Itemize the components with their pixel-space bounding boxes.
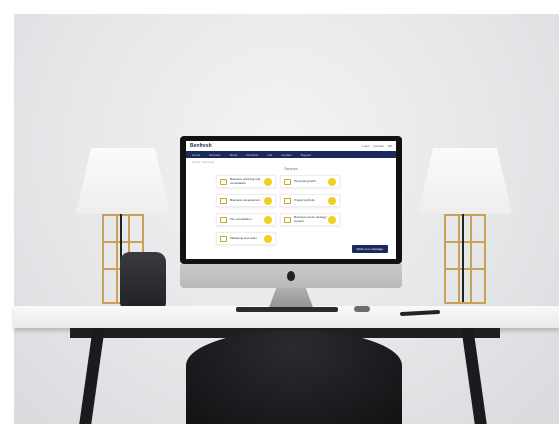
app-header: Benfresh Login Contact EN [186,141,396,151]
service-card[interactable]: Business development [216,194,276,207]
document-icon [284,197,291,204]
photo-border-top [0,0,559,14]
service-card[interactable]: Marketing and sales [216,232,276,245]
breadcrumb: Home / Services [192,160,215,164]
office-chair [186,330,402,424]
nav-item[interactable]: Contact [281,153,291,157]
header-link[interactable]: Login [362,144,369,148]
document-icon [220,235,227,242]
service-card[interactable]: Business owner strategy support [280,213,340,226]
service-card[interactable]: Personal growth [280,175,340,188]
nav-item[interactable]: Products [246,153,258,157]
nav-item[interactable]: Home [192,153,200,157]
yellow-circle-icon [264,215,272,224]
service-card-label: Personal growth [294,178,316,183]
message-us-button[interactable]: Write us a message [351,245,388,253]
lamp-shade [418,148,512,214]
nav-item[interactable]: About [230,153,238,157]
document-icon [220,216,227,223]
document-icon [284,216,291,223]
header-link[interactable]: Contact [373,144,383,148]
service-card-grid: Business planning and consultation Perso… [216,175,340,245]
service-card[interactable]: Project portfolio [280,194,340,207]
header-links: Login Contact EN [362,144,392,148]
yellow-circle-icon [328,215,336,224]
service-card-label: Business planning and consultation [230,177,261,185]
desk-leg-left [79,328,105,424]
document-icon [220,178,227,185]
site-logo[interactable]: Benfresh [190,143,212,149]
desktop-monitor: Benfresh Login Contact EN Home Services … [180,136,402,288]
yellow-circle-icon [264,234,272,243]
service-card-label: Project portfolio [294,197,315,202]
header-link[interactable]: EN [388,144,392,148]
photo-border-left [0,0,14,424]
section-title: Services [284,167,298,171]
service-card[interactable]: Tax consultation [216,213,276,226]
right-table-lamp [418,148,512,308]
smart-speaker [120,252,166,312]
apple-logo-icon [287,271,295,281]
lamp-brass-base [444,214,486,304]
main-nav: Home Services About Products Info Contac… [186,151,396,158]
desk-leg-right [461,328,487,424]
nav-item[interactable]: Services [209,153,221,157]
office-scene: Benfresh Login Contact EN Home Services … [0,0,559,424]
monitor-bezel: Benfresh Login Contact EN Home Services … [180,136,402,264]
monitor-screen: Benfresh Login Contact EN Home Services … [186,141,396,259]
service-card-label: Business development [230,197,261,202]
service-card-label: Marketing and sales [230,235,257,240]
yellow-circle-icon [264,196,272,205]
yellow-circle-icon [328,177,336,186]
yellow-circle-icon [328,196,336,205]
nav-item[interactable]: Support [301,153,312,157]
mouse [354,306,370,312]
keyboard [236,307,338,312]
document-icon [220,197,227,204]
service-card-label: Business owner strategy support [294,215,327,223]
service-card-label: Tax consultation [230,216,252,221]
document-icon [284,178,291,185]
nav-item[interactable]: Info [267,153,272,157]
lamp-shade [76,148,170,214]
yellow-circle-icon [264,177,272,186]
service-card[interactable]: Business planning and consultation [216,175,276,188]
lamp-cord [462,214,464,302]
